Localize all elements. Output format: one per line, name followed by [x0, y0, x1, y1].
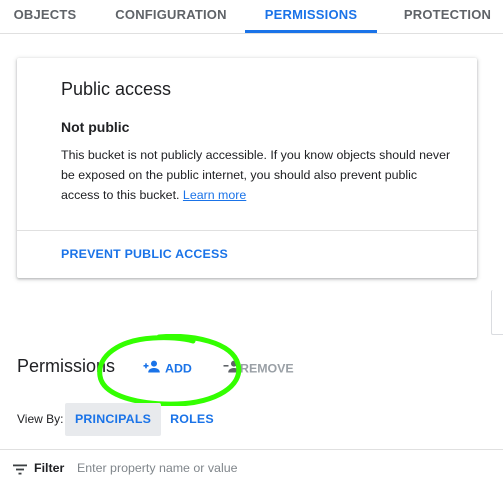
person-remove-icon: [223, 359, 240, 379]
filter-input[interactable]: [73, 456, 481, 480]
tab-objects[interactable]: OBJECTS: [0, 0, 90, 31]
tab-bar: OBJECTS CONFIGURATION PERMISSIONS PROTEC…: [0, 0, 503, 34]
view-by-roles-button[interactable]: ROLES: [161, 403, 223, 436]
public-access-title: Public access: [61, 79, 172, 99]
permissions-title: Permissions: [17, 356, 116, 376]
view-by-label: View By:: [17, 412, 64, 426]
remove-button-label: REMOVE: [240, 361, 294, 376]
public-access-status: Not public: [61, 119, 130, 135]
tab-permissions[interactable]: PERMISSIONS: [245, 0, 377, 33]
tab-protection[interactable]: PROTECTION: [392, 0, 503, 31]
add-button-label: ADD: [165, 361, 192, 376]
remove-principal-button[interactable]: REMOVE: [223, 358, 294, 378]
filter-label: Filter: [34, 461, 65, 475]
filter-divider: [0, 449, 503, 450]
tab-configuration[interactable]: CONFIGURATION: [106, 0, 236, 31]
add-principal-button[interactable]: ADD: [143, 358, 192, 378]
view-by-principals-button[interactable]: PRINCIPALS: [65, 403, 161, 436]
learn-more-link[interactable]: Learn more: [183, 188, 246, 202]
prevent-public-access-button[interactable]: PREVENT PUBLIC ACCESS: [61, 247, 228, 261]
card-divider: [17, 230, 477, 231]
public-access-description: This bucket is not publicly accessible. …: [61, 145, 453, 205]
filter-icon: [13, 462, 27, 480]
public-access-card: Public access Not public This bucket is …: [17, 58, 477, 278]
person-add-icon: [143, 359, 160, 379]
public-access-body-text: This bucket is not publicly accessible. …: [61, 148, 451, 202]
side-panel-edge: [491, 290, 503, 335]
